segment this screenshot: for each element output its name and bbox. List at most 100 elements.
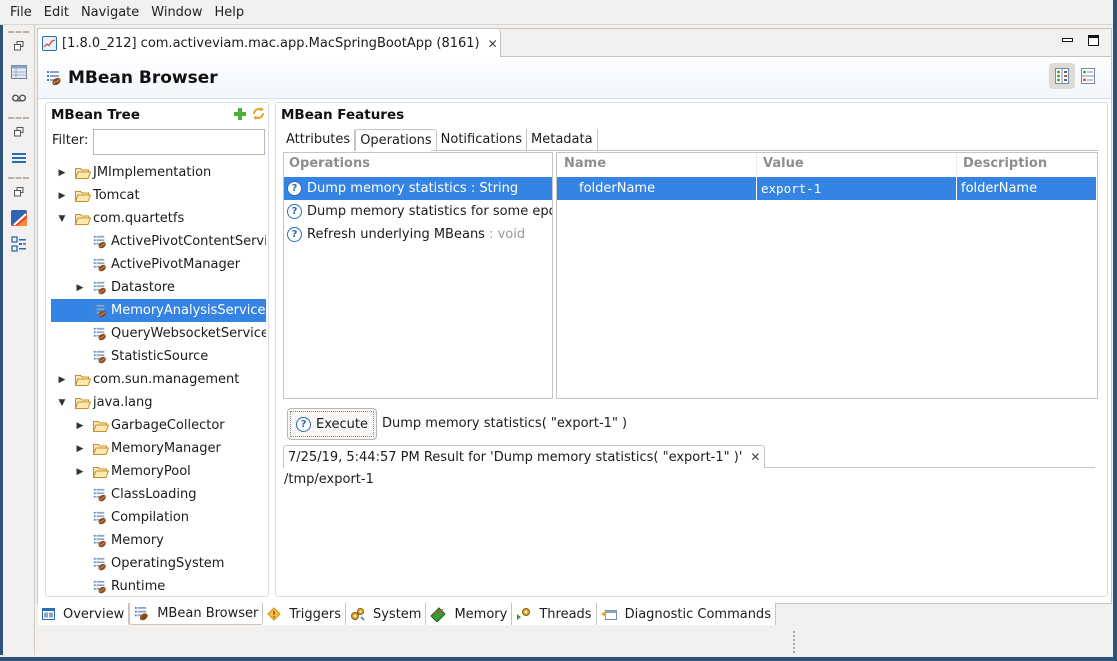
- filter-input[interactable]: [93, 129, 265, 155]
- restore-icon[interactable]: [3, 179, 35, 205]
- execute-button[interactable]: ? Execute: [287, 408, 377, 440]
- tree-item[interactable]: Compilation: [51, 506, 266, 529]
- tree-item[interactable]: ActivePivotManager: [51, 253, 266, 276]
- system-gears-icon: [350, 607, 369, 622]
- diagnostic-icon: [601, 608, 621, 621]
- execute-label: Execute: [316, 417, 368, 432]
- tree-item[interactable]: ClassLoading: [51, 483, 266, 506]
- refresh-icon[interactable]: [251, 106, 266, 121]
- tree-item[interactable]: ▶ Tomcat: [51, 184, 266, 207]
- folder-icon: [75, 397, 91, 409]
- bottom-tab-overview[interactable]: Overview: [38, 603, 129, 625]
- expand-arrow-icon[interactable]: ▶: [75, 414, 85, 437]
- tree-item[interactable]: Memory: [51, 529, 266, 552]
- maximize-icon[interactable]: [1088, 35, 1100, 46]
- expand-arrow-icon[interactable]: ▶: [57, 368, 67, 391]
- restore-icon[interactable]: [3, 119, 35, 145]
- tree-item[interactable]: ActivePivotContentService: [51, 230, 266, 253]
- editor-tab[interactable]: [1.8.0_212] com.activeviam.mac.app.MacSp…: [38, 29, 501, 58]
- tree-spacer: [75, 230, 85, 253]
- features-tabs: Attributes Operations Notifications Meta…: [282, 129, 598, 151]
- help-icon: ?: [287, 227, 302, 242]
- list-lines-icon[interactable]: [3, 145, 35, 171]
- tree-item-label: Tomcat: [93, 188, 140, 203]
- tree-item[interactable]: ▼com.quartetfs: [51, 207, 266, 230]
- help-icon: ?: [296, 417, 311, 432]
- mbean-icon: [134, 606, 153, 621]
- status-grip[interactable]: [793, 631, 795, 653]
- parameter-row[interactable]: folderName export-1 folderName: [557, 177, 1097, 200]
- collapse-arrow-icon[interactable]: ▼: [57, 391, 67, 414]
- overview-icon: [42, 608, 59, 620]
- add-icon[interactable]: [233, 107, 247, 121]
- tab-metadata[interactable]: Metadata: [527, 129, 598, 151]
- tape-recorder-icon[interactable]: [3, 85, 35, 111]
- operation-item[interactable]: ?Dump memory statistics : String: [284, 177, 552, 200]
- mbean-icon: [93, 580, 107, 594]
- folder-icon: [93, 466, 109, 478]
- outline-icon[interactable]: [3, 231, 35, 257]
- bottom-tab-diagnostic-commands[interactable]: Diagnostic Commands: [597, 603, 776, 625]
- tree-item-label: Compilation: [111, 510, 189, 525]
- result-tab-title: 7/25/19, 5:44:57 PM Result for 'Dump mem…: [288, 450, 742, 465]
- tree-item[interactable]: ▶MemoryManager: [51, 437, 266, 460]
- expand-arrow-icon[interactable]: ▶: [75, 460, 85, 483]
- tree-item[interactable]: ▼java.lang: [51, 391, 266, 414]
- rows-layout-toggle[interactable]: [1075, 63, 1101, 89]
- menu-navigate[interactable]: Navigate: [75, 5, 145, 20]
- tree-item-label: JMImplementation: [93, 165, 211, 180]
- tab-attributes[interactable]: Attributes: [282, 129, 355, 151]
- bottom-tab-system[interactable]: System: [346, 603, 426, 625]
- result-tab[interactable]: 7/25/19, 5:44:57 PM Result for 'Dump mem…: [283, 445, 765, 468]
- tree-spacer: [75, 506, 85, 529]
- tree-spacer: [75, 299, 85, 322]
- panel-title: MBean Features: [281, 107, 404, 123]
- expand-arrow-icon[interactable]: ▶: [57, 161, 67, 184]
- tree-item-label: ActivePivotManager: [111, 257, 240, 272]
- folder-icon: [75, 213, 91, 225]
- tree-item[interactable]: MemoryAnalysisService: [51, 299, 266, 322]
- expand-arrow-icon[interactable]: ▶: [57, 184, 67, 207]
- tree-item[interactable]: ▶Datastore: [51, 276, 266, 299]
- details-layout-toggle[interactable]: [1049, 63, 1075, 89]
- column-header-value[interactable]: Value: [757, 153, 957, 177]
- tree-item-label: com.sun.management: [93, 372, 239, 387]
- tree-item[interactable]: Runtime: [51, 575, 266, 598]
- bottom-tab-triggers[interactable]: Triggers: [263, 603, 346, 625]
- param-value[interactable]: export-1: [757, 177, 957, 200]
- tree-item[interactable]: ▶ com.sun.management: [51, 368, 266, 391]
- mbean-icon: [93, 534, 107, 548]
- mbean-icon: [93, 327, 107, 341]
- parameters-table: Name Value Description folderName export…: [556, 152, 1098, 399]
- tree-item[interactable]: OperatingSystem: [51, 552, 266, 575]
- tree-item[interactable]: ▶GarbageCollector: [51, 414, 266, 437]
- minimize-icon[interactable]: [1062, 35, 1074, 46]
- tree-item[interactable]: QueryWebsocketService: [51, 322, 266, 345]
- expand-arrow-icon[interactable]: ▶: [75, 276, 85, 299]
- menu-edit[interactable]: Edit: [38, 5, 75, 20]
- tab-operations[interactable]: Operations: [355, 129, 436, 151]
- menu-help[interactable]: Help: [209, 5, 251, 20]
- collapse-arrow-icon[interactable]: ▼: [57, 207, 67, 230]
- column-header-name[interactable]: Name: [557, 153, 757, 177]
- mbean-icon: [93, 281, 107, 295]
- expand-arrow-icon[interactable]: ▶: [75, 437, 85, 460]
- menu-file[interactable]: File: [4, 5, 38, 20]
- bottom-tab-mbean-browser[interactable]: MBean Browser: [129, 603, 263, 625]
- operation-item[interactable]: ?Refresh underlying MBeans : void: [284, 223, 552, 246]
- tree-item[interactable]: StatisticSource: [51, 345, 266, 368]
- column-header-description[interactable]: Description: [957, 153, 1097, 177]
- tree-item[interactable]: ▶ JMImplementation: [51, 161, 266, 184]
- tree-item[interactable]: ▶MemoryPool: [51, 460, 266, 483]
- restore-icon[interactable]: [3, 33, 35, 59]
- close-icon[interactable]: ✕: [750, 450, 760, 464]
- tab-notifications[interactable]: Notifications: [437, 129, 527, 151]
- operation-item[interactable]: ?Dump memory statistics for some epochs: [284, 200, 552, 223]
- close-icon[interactable]: ✕: [488, 37, 498, 51]
- bottom-tab-memory[interactable]: Memory: [426, 603, 512, 625]
- folder-icon: [93, 420, 109, 432]
- menu-window[interactable]: Window: [145, 5, 208, 20]
- flight-recorder-icon[interactable]: [3, 205, 35, 231]
- bottom-tab-threads[interactable]: Threads: [512, 603, 596, 625]
- table-view-icon[interactable]: [3, 59, 35, 85]
